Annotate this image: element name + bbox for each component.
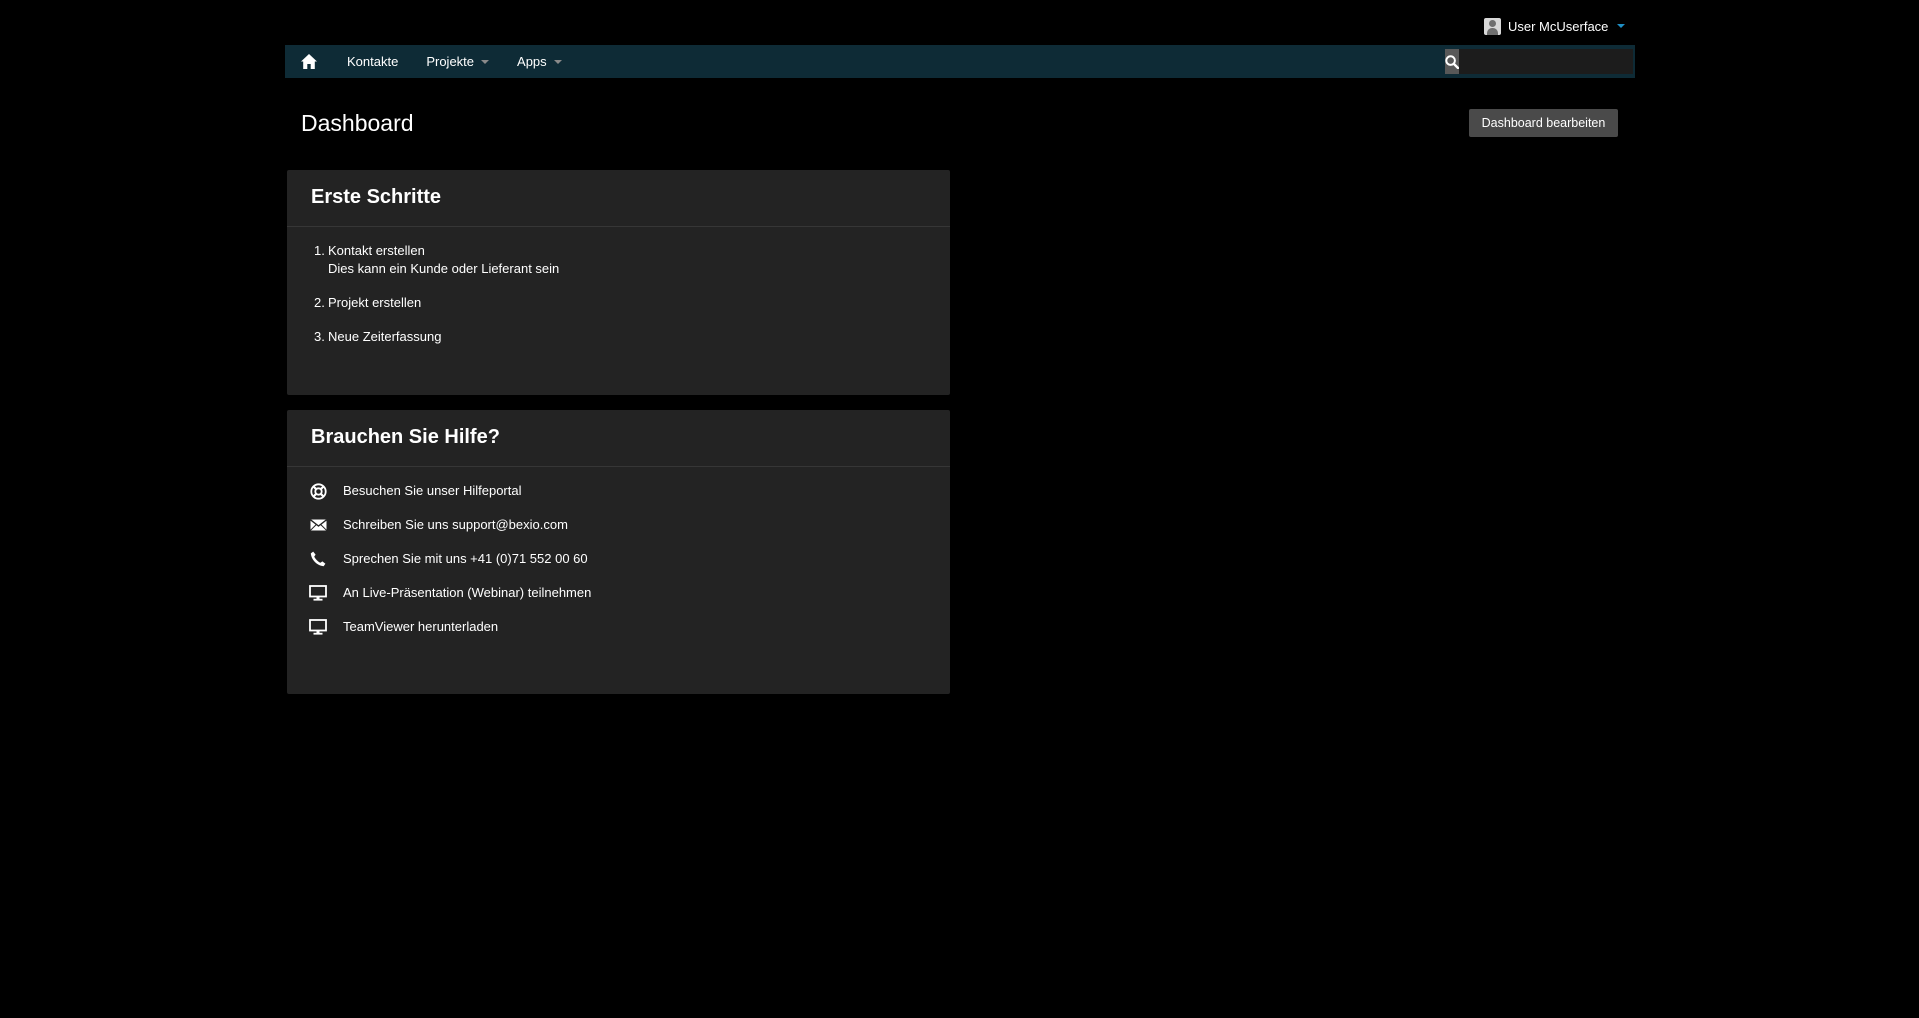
chevron-down-icon bbox=[481, 59, 490, 64]
lifebuoy-icon bbox=[309, 482, 327, 500]
help-portal-link[interactable]: Besuchen Sie unser Hilfeportal bbox=[343, 482, 522, 500]
teamviewer-download-link[interactable]: TeamViewer herunterladen bbox=[343, 618, 498, 636]
avatar bbox=[1484, 17, 1501, 35]
search-box bbox=[1445, 49, 1647, 74]
user-name: User McUserface bbox=[1508, 18, 1609, 34]
step-number: 2. bbox=[314, 295, 325, 310]
list-item[interactable]: An Live-Präsentation (Webinar) teilnehme… bbox=[309, 584, 950, 618]
new-time-entry-link[interactable]: Neue Zeiterfassung bbox=[328, 328, 441, 346]
list-item[interactable]: Sprechen Sie mit uns +41 (0)71 552 00 60 bbox=[309, 550, 950, 584]
monitor-icon bbox=[309, 618, 327, 636]
step-number: 3. bbox=[314, 329, 325, 344]
phone-icon bbox=[309, 550, 327, 568]
envelope-icon bbox=[309, 516, 327, 534]
home-icon bbox=[301, 54, 317, 69]
nav-item-label: Projekte bbox=[426, 54, 475, 69]
list-item: 3. Neue Zeiterfassung bbox=[314, 328, 950, 346]
panel-header: Erste Schritte bbox=[287, 170, 950, 227]
panel-header: Brauchen Sie Hilfe? bbox=[287, 410, 950, 467]
nav-item-kontakte[interactable]: Kontakte bbox=[333, 45, 412, 78]
first-steps-panel: Erste Schritte 1. Kontakt erstellen Dies… bbox=[287, 170, 950, 395]
chevron-down-icon bbox=[553, 59, 562, 64]
search-input[interactable] bbox=[1459, 49, 1647, 74]
monitor-icon bbox=[309, 584, 327, 602]
list-item: 2. Projekt erstellen bbox=[314, 294, 950, 312]
step-description: Dies kann ein Kunde oder Lieferant sein bbox=[328, 261, 560, 276]
chevron-down-icon bbox=[1617, 24, 1626, 28]
panel-title: Erste Schritte bbox=[311, 186, 442, 208]
nav-item-label: Kontakte bbox=[347, 54, 399, 69]
search-button[interactable] bbox=[1445, 49, 1459, 74]
step-number: 1. bbox=[314, 243, 325, 258]
steps-list: 1. Kontakt erstellen Dies kann ein Kunde… bbox=[287, 227, 950, 346]
list-item[interactable]: Schreiben Sie uns support@bexio.com bbox=[309, 516, 950, 550]
phone-support-link[interactable]: Sprechen Sie mit uns +41 (0)71 552 00 60 bbox=[343, 550, 588, 568]
list-item[interactable]: TeamViewer herunterladen bbox=[309, 618, 950, 652]
user-menu[interactable]: User McUserface bbox=[1484, 15, 1626, 37]
page-title: Dashboard bbox=[301, 110, 414, 136]
nav-item-apps[interactable]: Apps bbox=[503, 45, 576, 78]
webinar-link[interactable]: An Live-Präsentation (Webinar) teilnehme… bbox=[343, 584, 591, 602]
edit-dashboard-button[interactable]: Dashboard bearbeiten bbox=[1469, 109, 1618, 137]
support-email-link[interactable]: Schreiben Sie uns support@bexio.com bbox=[343, 516, 568, 534]
home-button[interactable] bbox=[285, 45, 333, 78]
help-panel: Brauchen Sie Hilfe? Besuchen Sie unser H… bbox=[287, 410, 950, 694]
main-navbar: Kontakte Projekte Apps bbox=[285, 45, 1647, 78]
create-project-link[interactable]: Projekt erstellen bbox=[328, 294, 421, 312]
search-icon bbox=[1445, 54, 1459, 69]
list-item[interactable]: Besuchen Sie unser Hilfeportal bbox=[309, 482, 950, 516]
nav-item-label: Apps bbox=[517, 54, 547, 69]
help-list: Besuchen Sie unser Hilfeportal Schreiben… bbox=[287, 467, 950, 652]
panel-title: Brauchen Sie Hilfe? bbox=[311, 426, 500, 448]
list-item: 1. Kontakt erstellen Dies kann ein Kunde… bbox=[314, 242, 950, 278]
create-contact-link[interactable]: Kontakt erstellen bbox=[328, 243, 425, 258]
nav-item-projekte[interactable]: Projekte bbox=[412, 45, 503, 78]
